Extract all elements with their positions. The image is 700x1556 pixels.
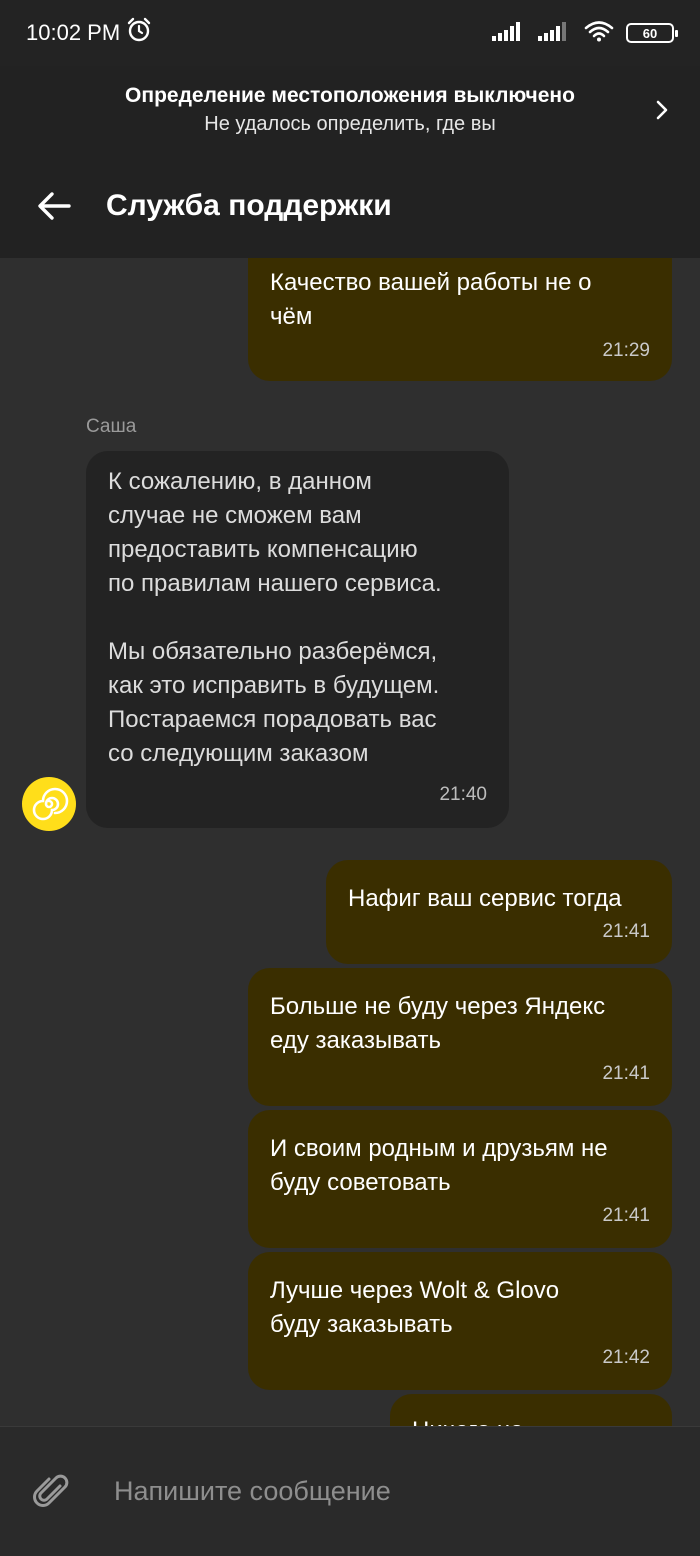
page-title: Служба поддержки xyxy=(106,189,392,222)
message-time: 21:41 xyxy=(602,1205,650,1226)
message-time: 21:40 xyxy=(439,784,487,805)
location-title: Определение местоположения выключено xyxy=(125,84,575,107)
sender-name: Саша xyxy=(86,416,137,437)
message-time: 21:42 xyxy=(602,1347,650,1368)
signal-icon-2 xyxy=(538,20,572,47)
message-composer xyxy=(0,1426,700,1556)
wifi-icon xyxy=(584,20,614,47)
message-text: Качество вашей работы не о чём xyxy=(270,269,592,330)
message-time: 21:41 xyxy=(602,921,650,942)
message-time: 21:41 xyxy=(602,1063,650,1084)
outgoing-message[interactable]: Лучше через Wolt & Glovo буду заказывать… xyxy=(248,1252,672,1390)
status-right: 60 xyxy=(492,20,678,47)
arrow-left-icon xyxy=(38,192,71,220)
outgoing-message[interactable]: Больше не буду через Яндекс еду заказыва… xyxy=(248,968,672,1106)
app-bar: Служба поддержки xyxy=(0,154,700,258)
outgoing-message[interactable]: Ничего не рекомендую xyxy=(390,1394,672,1426)
outgoing-message[interactable]: Качество вашей работы не о чём 21:29 xyxy=(248,258,672,381)
avatar xyxy=(22,777,76,831)
status-bar: 10:02 PM 60 xyxy=(0,0,700,66)
battery-level: 60 xyxy=(642,25,658,41)
message-text: Нафиг ваш сервис тогда xyxy=(348,885,622,912)
battery-icon: 60 xyxy=(626,23,678,43)
outgoing-message[interactable]: Нафиг ваш сервис тогда 21:41 xyxy=(326,860,672,964)
chevron-right-icon[interactable] xyxy=(650,96,674,124)
signal-icon xyxy=(492,20,526,47)
back-button[interactable] xyxy=(26,178,82,234)
message-list[interactable]: Качество вашей работы не о чём 21:29 Саш… xyxy=(0,258,700,1426)
message-text: К сожалению, в данном случае не сможем в… xyxy=(108,468,442,767)
message-text: Больше не буду через Яндекс еду заказыва… xyxy=(270,993,606,1054)
spiral-logo-icon xyxy=(32,787,69,821)
attach-button[interactable] xyxy=(22,1462,82,1522)
status-time: 10:02 PM xyxy=(26,20,121,45)
message-text: Лучше через Wolt & Glovo буду заказывать xyxy=(270,1277,560,1338)
message-text: И своим родным и друзьям не буду советов… xyxy=(270,1135,608,1196)
location-subtitle: Не удалось определить, где вы xyxy=(204,113,496,135)
paperclip-icon xyxy=(33,1474,69,1507)
incoming-message[interactable]: К сожалению, в данном случае не сможем в… xyxy=(86,451,509,828)
message-text: Ничего не рекомендую xyxy=(412,1414,650,1426)
outgoing-message[interactable]: И своим родным и друзьям не буду советов… xyxy=(248,1110,672,1248)
message-input[interactable] xyxy=(114,1461,674,1522)
chat-screen: 10:02 PM 60 Определение местоположения в… xyxy=(0,0,700,1556)
location-banner[interactable]: Определение местоположения выключено Не … xyxy=(0,66,700,154)
status-left: 10:02 PM xyxy=(26,17,152,49)
message-time: 21:29 xyxy=(602,340,650,361)
alarm-icon xyxy=(126,17,152,49)
